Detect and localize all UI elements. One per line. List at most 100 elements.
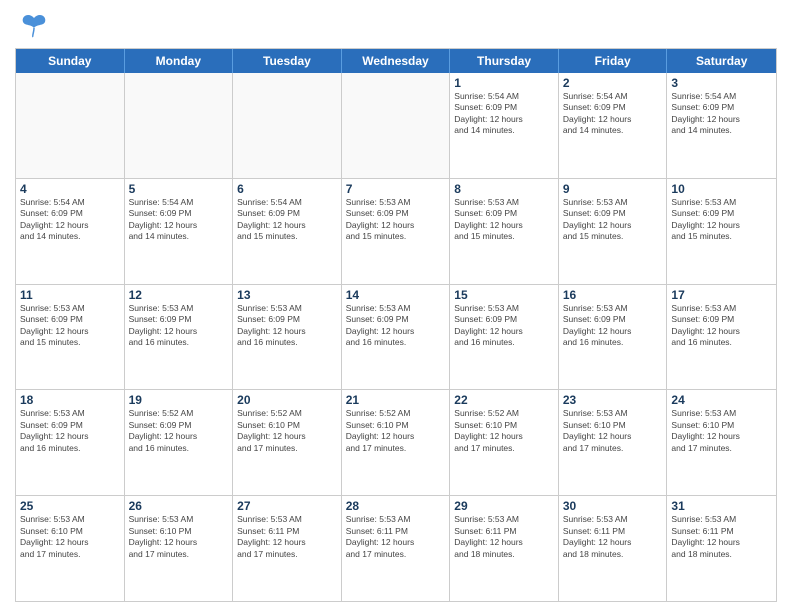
calendar: SundayMondayTuesdayWednesdayThursdayFrid… — [15, 48, 777, 602]
day-info: Sunrise: 5:53 AM Sunset: 6:10 PM Dayligh… — [563, 408, 663, 454]
day-number: 14 — [346, 288, 446, 302]
day-number: 9 — [563, 182, 663, 196]
table-row: 24Sunrise: 5:53 AM Sunset: 6:10 PM Dayli… — [667, 390, 776, 495]
table-row — [16, 73, 125, 178]
calendar-header: SundayMondayTuesdayWednesdayThursdayFrid… — [16, 49, 776, 73]
day-info: Sunrise: 5:54 AM Sunset: 6:09 PM Dayligh… — [20, 197, 120, 243]
table-row: 17Sunrise: 5:53 AM Sunset: 6:09 PM Dayli… — [667, 285, 776, 390]
day-info: Sunrise: 5:53 AM Sunset: 6:11 PM Dayligh… — [237, 514, 337, 560]
day-number: 30 — [563, 499, 663, 513]
table-row: 29Sunrise: 5:53 AM Sunset: 6:11 PM Dayli… — [450, 496, 559, 601]
day-number: 6 — [237, 182, 337, 196]
day-number: 5 — [129, 182, 229, 196]
table-row: 19Sunrise: 5:52 AM Sunset: 6:09 PM Dayli… — [125, 390, 234, 495]
day-number: 19 — [129, 393, 229, 407]
day-number: 29 — [454, 499, 554, 513]
day-number: 20 — [237, 393, 337, 407]
table-row: 27Sunrise: 5:53 AM Sunset: 6:11 PM Dayli… — [233, 496, 342, 601]
table-row: 31Sunrise: 5:53 AM Sunset: 6:11 PM Dayli… — [667, 496, 776, 601]
day-info: Sunrise: 5:53 AM Sunset: 6:09 PM Dayligh… — [563, 303, 663, 349]
day-number: 18 — [20, 393, 120, 407]
day-info: Sunrise: 5:54 AM Sunset: 6:09 PM Dayligh… — [454, 91, 554, 137]
table-row: 10Sunrise: 5:53 AM Sunset: 6:09 PM Dayli… — [667, 179, 776, 284]
header — [15, 10, 777, 42]
day-number: 24 — [671, 393, 772, 407]
day-number: 3 — [671, 76, 772, 90]
weekday-header: Thursday — [450, 49, 559, 73]
day-info: Sunrise: 5:54 AM Sunset: 6:09 PM Dayligh… — [671, 91, 772, 137]
day-info: Sunrise: 5:53 AM Sunset: 6:09 PM Dayligh… — [20, 408, 120, 454]
logo-bird-icon — [19, 10, 49, 42]
page: SundayMondayTuesdayWednesdayThursdayFrid… — [0, 0, 792, 612]
table-row: 18Sunrise: 5:53 AM Sunset: 6:09 PM Dayli… — [16, 390, 125, 495]
day-number: 7 — [346, 182, 446, 196]
weekday-header: Friday — [559, 49, 668, 73]
table-row: 7Sunrise: 5:53 AM Sunset: 6:09 PM Daylig… — [342, 179, 451, 284]
table-row: 13Sunrise: 5:53 AM Sunset: 6:09 PM Dayli… — [233, 285, 342, 390]
calendar-row: 11Sunrise: 5:53 AM Sunset: 6:09 PM Dayli… — [16, 285, 776, 391]
table-row: 12Sunrise: 5:53 AM Sunset: 6:09 PM Dayli… — [125, 285, 234, 390]
weekday-header: Wednesday — [342, 49, 451, 73]
day-info: Sunrise: 5:52 AM Sunset: 6:10 PM Dayligh… — [237, 408, 337, 454]
table-row: 1Sunrise: 5:54 AM Sunset: 6:09 PM Daylig… — [450, 73, 559, 178]
table-row: 14Sunrise: 5:53 AM Sunset: 6:09 PM Dayli… — [342, 285, 451, 390]
day-info: Sunrise: 5:53 AM Sunset: 6:09 PM Dayligh… — [20, 303, 120, 349]
day-info: Sunrise: 5:53 AM Sunset: 6:09 PM Dayligh… — [454, 303, 554, 349]
table-row: 20Sunrise: 5:52 AM Sunset: 6:10 PM Dayli… — [233, 390, 342, 495]
table-row: 23Sunrise: 5:53 AM Sunset: 6:10 PM Dayli… — [559, 390, 668, 495]
weekday-header: Saturday — [667, 49, 776, 73]
table-row: 5Sunrise: 5:54 AM Sunset: 6:09 PM Daylig… — [125, 179, 234, 284]
day-number: 21 — [346, 393, 446, 407]
day-number: 4 — [20, 182, 120, 196]
day-number: 31 — [671, 499, 772, 513]
day-info: Sunrise: 5:53 AM Sunset: 6:11 PM Dayligh… — [454, 514, 554, 560]
day-number: 1 — [454, 76, 554, 90]
day-info: Sunrise: 5:53 AM Sunset: 6:10 PM Dayligh… — [129, 514, 229, 560]
calendar-row: 1Sunrise: 5:54 AM Sunset: 6:09 PM Daylig… — [16, 73, 776, 179]
day-number: 2 — [563, 76, 663, 90]
day-number: 15 — [454, 288, 554, 302]
day-info: Sunrise: 5:52 AM Sunset: 6:10 PM Dayligh… — [454, 408, 554, 454]
day-number: 11 — [20, 288, 120, 302]
day-info: Sunrise: 5:52 AM Sunset: 6:09 PM Dayligh… — [129, 408, 229, 454]
calendar-row: 4Sunrise: 5:54 AM Sunset: 6:09 PM Daylig… — [16, 179, 776, 285]
table-row: 11Sunrise: 5:53 AM Sunset: 6:09 PM Dayli… — [16, 285, 125, 390]
table-row — [125, 73, 234, 178]
day-info: Sunrise: 5:52 AM Sunset: 6:10 PM Dayligh… — [346, 408, 446, 454]
day-info: Sunrise: 5:53 AM Sunset: 6:10 PM Dayligh… — [671, 408, 772, 454]
table-row: 4Sunrise: 5:54 AM Sunset: 6:09 PM Daylig… — [16, 179, 125, 284]
table-row: 16Sunrise: 5:53 AM Sunset: 6:09 PM Dayli… — [559, 285, 668, 390]
day-info: Sunrise: 5:53 AM Sunset: 6:09 PM Dayligh… — [563, 197, 663, 243]
day-number: 23 — [563, 393, 663, 407]
day-info: Sunrise: 5:53 AM Sunset: 6:09 PM Dayligh… — [346, 197, 446, 243]
day-number: 27 — [237, 499, 337, 513]
day-info: Sunrise: 5:53 AM Sunset: 6:11 PM Dayligh… — [671, 514, 772, 560]
table-row: 25Sunrise: 5:53 AM Sunset: 6:10 PM Dayli… — [16, 496, 125, 601]
day-number: 22 — [454, 393, 554, 407]
day-info: Sunrise: 5:54 AM Sunset: 6:09 PM Dayligh… — [237, 197, 337, 243]
weekday-header: Sunday — [16, 49, 125, 73]
table-row: 3Sunrise: 5:54 AM Sunset: 6:09 PM Daylig… — [667, 73, 776, 178]
day-number: 12 — [129, 288, 229, 302]
day-number: 28 — [346, 499, 446, 513]
day-info: Sunrise: 5:53 AM Sunset: 6:09 PM Dayligh… — [454, 197, 554, 243]
day-info: Sunrise: 5:54 AM Sunset: 6:09 PM Dayligh… — [129, 197, 229, 243]
day-number: 17 — [671, 288, 772, 302]
calendar-body: 1Sunrise: 5:54 AM Sunset: 6:09 PM Daylig… — [16, 73, 776, 601]
day-number: 16 — [563, 288, 663, 302]
day-number: 10 — [671, 182, 772, 196]
table-row: 21Sunrise: 5:52 AM Sunset: 6:10 PM Dayli… — [342, 390, 451, 495]
day-info: Sunrise: 5:53 AM Sunset: 6:09 PM Dayligh… — [671, 197, 772, 243]
day-info: Sunrise: 5:53 AM Sunset: 6:09 PM Dayligh… — [671, 303, 772, 349]
day-info: Sunrise: 5:53 AM Sunset: 6:10 PM Dayligh… — [20, 514, 120, 560]
table-row — [233, 73, 342, 178]
table-row: 22Sunrise: 5:52 AM Sunset: 6:10 PM Dayli… — [450, 390, 559, 495]
table-row: 9Sunrise: 5:53 AM Sunset: 6:09 PM Daylig… — [559, 179, 668, 284]
table-row: 30Sunrise: 5:53 AM Sunset: 6:11 PM Dayli… — [559, 496, 668, 601]
calendar-row: 18Sunrise: 5:53 AM Sunset: 6:09 PM Dayli… — [16, 390, 776, 496]
table-row — [342, 73, 451, 178]
weekday-header: Tuesday — [233, 49, 342, 73]
weekday-header: Monday — [125, 49, 234, 73]
day-info: Sunrise: 5:54 AM Sunset: 6:09 PM Dayligh… — [563, 91, 663, 137]
day-info: Sunrise: 5:53 AM Sunset: 6:11 PM Dayligh… — [563, 514, 663, 560]
